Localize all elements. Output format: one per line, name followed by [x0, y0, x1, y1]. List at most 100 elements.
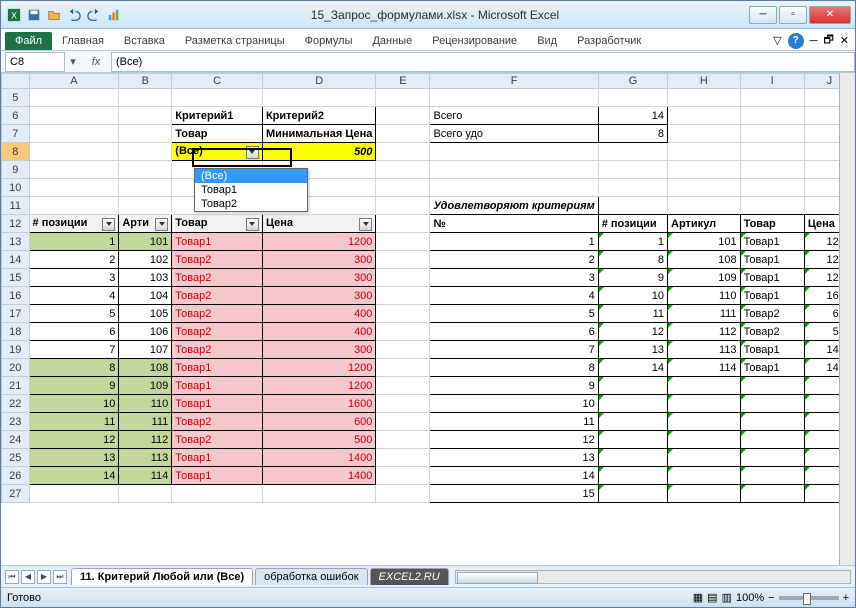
col-header-A[interactable]: A [29, 74, 119, 89]
cell-H20[interactable]: 114 [668, 359, 741, 377]
tab-review[interactable]: Рецензирование [422, 32, 527, 50]
row-header-16[interactable]: 16 [2, 287, 30, 305]
cell-G18[interactable]: 12 [598, 323, 667, 341]
row-header-21[interactable]: 21 [2, 377, 30, 395]
worksheet-area[interactable]: ABCDEFGHIJ56Критерий1Критерий2Всего147То… [1, 73, 855, 565]
sheet-nav-last[interactable]: ⏭ [53, 570, 67, 584]
cell-I7[interactable] [740, 125, 804, 143]
cell-B10[interactable] [119, 179, 172, 197]
filter-art[interactable] [155, 218, 168, 231]
cell-H5[interactable] [668, 89, 741, 107]
cell-A9[interactable] [29, 161, 119, 179]
cell-I26[interactable] [740, 467, 804, 485]
col-header-H[interactable]: H [668, 74, 741, 89]
cell-D20[interactable]: 1200 [262, 359, 375, 377]
cell-A25[interactable]: 13 [29, 449, 119, 467]
cell-C16[interactable]: Товар2 [172, 287, 263, 305]
ribbon-minimize-icon[interactable]: ▽ [773, 34, 781, 47]
cell-A8[interactable] [29, 143, 119, 161]
namebox-dropdown-icon[interactable]: ▾ [65, 55, 81, 68]
cell-B23[interactable]: 111 [119, 413, 172, 431]
formula-input[interactable]: (Все) [111, 52, 855, 72]
cell-I9[interactable] [740, 161, 804, 179]
sheet-tab-errors[interactable]: обработка ошибок [255, 568, 367, 585]
cell-D16[interactable]: 300 [262, 287, 375, 305]
chart-wizard-icon[interactable] [105, 6, 123, 24]
cell-H27[interactable] [668, 485, 741, 503]
cell-C17[interactable]: Товар2 [172, 305, 263, 323]
cell-E19[interactable] [376, 341, 430, 359]
cell-B20[interactable]: 108 [119, 359, 172, 377]
cell-I6[interactable] [740, 107, 804, 125]
cell-F20[interactable]: 8 [430, 359, 598, 377]
cell-I14[interactable]: Товар1 [740, 251, 804, 269]
cell-D15[interactable]: 300 [262, 269, 375, 287]
filter-price[interactable] [359, 218, 372, 231]
cell-F27[interactable]: 15 [430, 485, 598, 503]
cell-H9[interactable] [668, 161, 741, 179]
cell-A27[interactable] [29, 485, 119, 503]
cell-H12[interactable]: Артикул [668, 215, 741, 233]
cell-D26[interactable]: 1400 [262, 467, 375, 485]
tab-home[interactable]: Главная [52, 32, 114, 50]
cell-E20[interactable] [376, 359, 430, 377]
view-layout-icon[interactable]: ▤ [707, 591, 717, 604]
tab-developer[interactable]: Разработчик [567, 32, 651, 50]
sheet-tab-active[interactable]: 11. Критерий Любой или (Все) [71, 568, 253, 585]
view-normal-icon[interactable]: ▦ [693, 591, 703, 604]
cell-C18[interactable]: Товар2 [172, 323, 263, 341]
cell-I10[interactable] [740, 179, 804, 197]
cell-I20[interactable]: Товар1 [740, 359, 804, 377]
cell-H7[interactable] [668, 125, 741, 143]
name-box[interactable]: C8 [5, 52, 65, 72]
window-restore-icon[interactable]: 🗗 [823, 31, 833, 50]
cell-A15[interactable]: 3 [29, 269, 119, 287]
row-header-6[interactable]: 6 [2, 107, 30, 125]
cell-H18[interactable]: 112 [668, 323, 741, 341]
cell-B11[interactable] [119, 197, 172, 215]
cell-H8[interactable] [668, 143, 741, 161]
cell-G20[interactable]: 14 [598, 359, 667, 377]
cell-B21[interactable]: 109 [119, 377, 172, 395]
cell-F26[interactable]: 14 [430, 467, 598, 485]
maximize-button[interactable]: ▫ [779, 6, 807, 24]
cell-D25[interactable]: 1400 [262, 449, 375, 467]
row-header-5[interactable]: 5 [2, 89, 30, 107]
cell-A17[interactable]: 5 [29, 305, 119, 323]
cell-D14[interactable]: 300 [262, 251, 375, 269]
cell-E22[interactable] [376, 395, 430, 413]
cell-I17[interactable]: Товар2 [740, 305, 804, 323]
cell-E21[interactable] [376, 377, 430, 395]
cell-F11[interactable]: Удовлетворяют критериям [430, 197, 598, 215]
col-header-F[interactable]: F [430, 74, 598, 89]
cell-C24[interactable]: Товар2 [172, 431, 263, 449]
cell-F6[interactable]: Всего [430, 107, 598, 125]
zoom-out[interactable]: − [768, 592, 774, 604]
cell-I16[interactable]: Товар1 [740, 287, 804, 305]
col-header-I[interactable]: I [740, 74, 804, 89]
close-button[interactable]: ✕ [809, 6, 851, 24]
redo-icon[interactable] [85, 6, 103, 24]
cell-I13[interactable]: Товар1 [740, 233, 804, 251]
row-header-25[interactable]: 25 [2, 449, 30, 467]
cell-B9[interactable] [119, 161, 172, 179]
cell-B16[interactable]: 104 [119, 287, 172, 305]
cell-I24[interactable] [740, 431, 804, 449]
cell-B14[interactable]: 102 [119, 251, 172, 269]
sheet-nav-next[interactable]: ▶ [37, 570, 51, 584]
cell-F14[interactable]: 2 [430, 251, 598, 269]
cell-H15[interactable]: 109 [668, 269, 741, 287]
fx-icon[interactable]: fx [87, 56, 105, 68]
cell-E15[interactable] [376, 269, 430, 287]
cell-E10[interactable] [376, 179, 430, 197]
col-header-corner[interactable] [2, 74, 30, 89]
cell-E8[interactable] [376, 143, 430, 161]
cell-E27[interactable] [376, 485, 430, 503]
cell-F7[interactable]: Всего удо [430, 125, 598, 143]
row-header-22[interactable]: 22 [2, 395, 30, 413]
cell-I19[interactable]: Товар1 [740, 341, 804, 359]
cell-C15[interactable]: Товар2 [172, 269, 263, 287]
tab-pagelayout[interactable]: Разметка страницы [175, 32, 295, 50]
cell-F8[interactable] [430, 143, 598, 161]
cell-C26[interactable]: Товар1 [172, 467, 263, 485]
